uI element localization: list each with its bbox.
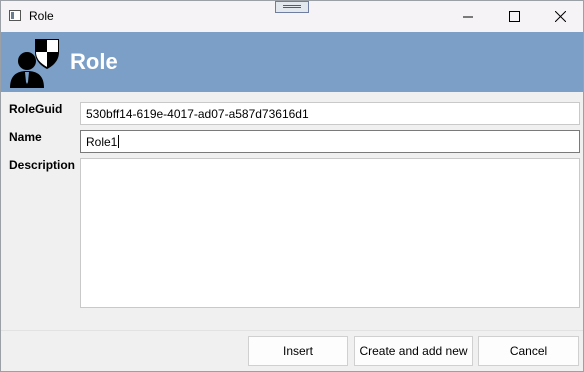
close-button[interactable] bbox=[537, 1, 583, 32]
role-user-shield-icon bbox=[10, 39, 59, 88]
footer-divider bbox=[1, 330, 583, 331]
roleguid-label: RoleGuid bbox=[9, 102, 63, 116]
close-icon bbox=[554, 11, 566, 22]
create-and-add-new-button[interactable]: Create and add new bbox=[354, 336, 473, 366]
banner-title: Role bbox=[70, 49, 118, 74]
name-label: Name bbox=[9, 130, 42, 144]
drag-handle[interactable] bbox=[275, 1, 309, 13]
description-label: Description bbox=[9, 158, 76, 172]
header-banner: Role bbox=[1, 32, 583, 92]
text-caret bbox=[118, 135, 120, 148]
insert-button[interactable]: Insert bbox=[248, 336, 348, 366]
role-window: Role Role RoleGuid 530bff14-619e-4017-ad… bbox=[0, 0, 584, 372]
maximize-icon bbox=[508, 11, 520, 22]
title-bar[interactable]: Role bbox=[1, 1, 583, 32]
minimize-icon bbox=[463, 16, 473, 17]
name-value: Role1 bbox=[86, 135, 118, 149]
minimize-button[interactable] bbox=[445, 1, 491, 32]
cancel-button[interactable]: Cancel bbox=[478, 336, 579, 366]
roleguid-field[interactable]: 530bff14-619e-4017-ad07-a587d73616d1 bbox=[80, 102, 580, 125]
description-field[interactable] bbox=[80, 158, 580, 308]
window-title: Role bbox=[29, 9, 54, 23]
roleguid-value: 530bff14-619e-4017-ad07-a587d73616d1 bbox=[86, 107, 309, 121]
maximize-button[interactable] bbox=[491, 1, 537, 32]
name-field[interactable]: Role1 bbox=[80, 130, 580, 153]
window-app-icon[interactable] bbox=[9, 10, 21, 21]
